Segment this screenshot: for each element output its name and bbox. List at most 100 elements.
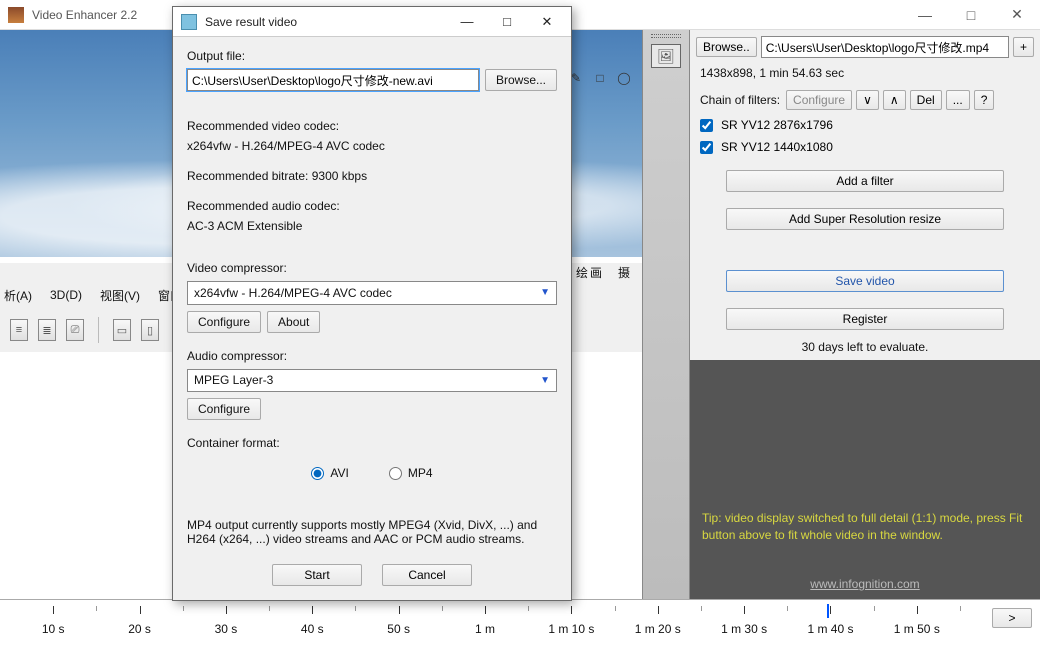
menu-view[interactable]: 视图(V): [100, 287, 140, 304]
thumbnail-1[interactable]: 🖼: [651, 44, 681, 68]
container-mp4-radio[interactable]: [389, 467, 402, 480]
menu-analyze[interactable]: 析(A): [4, 287, 32, 304]
toolbar-btn-4[interactable]: ▭: [113, 319, 131, 341]
tick-minor: [615, 606, 616, 611]
window-close-button[interactable]: ✕: [994, 0, 1040, 30]
dialog-titlebar[interactable]: Save result video — □ ✕: [173, 7, 571, 37]
tick: [140, 606, 141, 614]
tick-minor: [701, 606, 702, 611]
timeline-label: 1 m 30 s: [721, 622, 767, 636]
audio-configure-button[interactable]: Configure: [187, 398, 261, 420]
timeline-label: 1 m 50 s: [894, 622, 940, 636]
audio-compressor-select[interactable]: MPEG Layer-3 ▼: [187, 369, 557, 393]
timeline-label: 1 m: [475, 622, 495, 636]
dialog-maximize-button[interactable]: □: [487, 8, 527, 36]
rec-video-codec-value: x264vfw - H.264/MPEG-4 AVC codec: [187, 139, 557, 153]
start-button[interactable]: Start: [272, 564, 362, 586]
toolbar-btn-1[interactable]: ≡: [10, 319, 28, 341]
shape-tools: ✎ □ ◯: [568, 70, 632, 86]
register-button[interactable]: Register: [726, 308, 1004, 330]
output-browse-button[interactable]: Browse...: [485, 69, 557, 91]
video-about-button[interactable]: About: [267, 311, 320, 333]
chain-move-up-button[interactable]: ∧: [883, 90, 906, 110]
source-path-input[interactable]: [761, 36, 1009, 58]
cancel-button[interactable]: Cancel: [382, 564, 472, 586]
dialog-title: Save result video: [205, 15, 447, 29]
dialog-footer: Start Cancel: [173, 558, 571, 600]
toolbar-btn-5[interactable]: ▯: [141, 319, 159, 341]
tool-tab-3[interactable]: 摄: [618, 264, 632, 281]
source-toolbar: Browse.. +: [690, 30, 1040, 64]
tick: [571, 606, 572, 614]
dialog-minimize-button[interactable]: —: [447, 8, 487, 36]
source-browse-button[interactable]: Browse..: [696, 37, 757, 57]
chain-delete-button[interactable]: Del: [910, 90, 942, 110]
chevron-down-icon: ▼: [540, 375, 550, 386]
tool-tab-2[interactable]: 绘画: [576, 264, 604, 281]
dialog-close-button[interactable]: ✕: [527, 8, 567, 36]
tick: [658, 606, 659, 614]
video-compressor-select[interactable]: x264vfw - H.264/MPEG-4 AVC codec ▼: [187, 281, 557, 305]
tick: [312, 606, 313, 614]
square-icon[interactable]: □: [592, 70, 608, 86]
timeline[interactable]: 10 s20 s30 s40 s50 s1 m1 m 10 s1 m 20 s1…: [0, 599, 1040, 649]
window-minimize-button[interactable]: —: [902, 0, 948, 30]
chain-help-button[interactable]: ?: [974, 90, 995, 110]
add-super-resolution-button[interactable]: Add Super Resolution resize: [726, 208, 1004, 230]
chain-move-down-button[interactable]: ∨: [856, 90, 879, 110]
playhead[interactable]: [827, 604, 829, 618]
site-link[interactable]: www.infognition.com: [690, 576, 1040, 593]
filter-checkbox-2[interactable]: [700, 141, 713, 154]
source-info-text: 1438x898, 1 min 54.63 sec: [690, 64, 1040, 86]
timeline-track[interactable]: 10 s20 s30 s40 s50 s1 m1 m 10 s1 m 20 s1…: [10, 606, 960, 614]
timeline-label: 50 s: [387, 622, 410, 636]
menu-3d[interactable]: 3D(D): [50, 288, 82, 302]
filter-checkbox-1[interactable]: [700, 119, 713, 132]
thumbnail-strip: 🖼: [642, 30, 690, 599]
tick: [830, 606, 831, 614]
toolbar-btn-2[interactable]: ≣: [38, 319, 56, 341]
tick: [485, 606, 486, 614]
tick-minor: [442, 606, 443, 611]
app-icon: [8, 7, 24, 23]
filter-row-1[interactable]: SR YV12 2876x1796: [690, 114, 1040, 136]
timeline-label: 1 m 40 s: [807, 622, 853, 636]
window-maximize-button[interactable]: □: [948, 0, 994, 30]
circle-icon[interactable]: ◯: [616, 70, 632, 86]
filter-row-2[interactable]: SR YV12 1440x1080: [690, 136, 1040, 158]
rec-audio-codec-value: AC-3 ACM Extensible: [187, 219, 557, 233]
dialog-icon: [181, 14, 197, 30]
timeline-label: 30 s: [215, 622, 238, 636]
rec-audio-codec-label: Recommended audio codec:: [187, 199, 557, 213]
chain-more-button[interactable]: ...: [946, 90, 970, 110]
tick: [226, 606, 227, 614]
toolbar-btn-3[interactable]: ⎚: [66, 319, 84, 341]
mp4-note-text: MP4 output currently supports mostly MPE…: [187, 518, 557, 546]
container-avi-option[interactable]: AVI: [311, 466, 348, 480]
output-file-input[interactable]: [187, 69, 479, 91]
grip-icon[interactable]: [651, 34, 681, 38]
timeline-label: 1 m 20 s: [635, 622, 681, 636]
video-compressor-label: Video compressor:: [187, 261, 557, 275]
timeline-label: 1 m 10 s: [548, 622, 594, 636]
tick: [53, 606, 54, 614]
audio-compressor-value: MPEG Layer-3: [194, 373, 273, 387]
container-format-group: AVI MP4: [187, 456, 557, 490]
source-add-button[interactable]: +: [1013, 37, 1034, 57]
tick-minor: [355, 606, 356, 611]
chain-label: Chain of filters:: [700, 93, 780, 107]
tick-minor: [960, 606, 961, 611]
chain-configure-button[interactable]: Configure: [786, 90, 852, 110]
video-configure-button[interactable]: Configure: [187, 311, 261, 333]
output-file-label: Output file:: [187, 49, 557, 63]
tick-minor: [528, 606, 529, 611]
right-panel: Browse.. + 1438x898, 1 min 54.63 sec Cha…: [690, 30, 1040, 599]
filter-label-2: SR YV12 1440x1080: [721, 140, 833, 154]
add-filter-button[interactable]: Add a filter: [726, 170, 1004, 192]
container-mp4-option[interactable]: MP4: [389, 466, 433, 480]
evaluation-text: 30 days left to evaluate.: [690, 334, 1040, 360]
toolbar-separator: [98, 317, 99, 343]
save-video-button[interactable]: Save video: [726, 270, 1004, 292]
timeline-forward-button[interactable]: >: [992, 608, 1032, 628]
container-avi-radio[interactable]: [311, 467, 324, 480]
